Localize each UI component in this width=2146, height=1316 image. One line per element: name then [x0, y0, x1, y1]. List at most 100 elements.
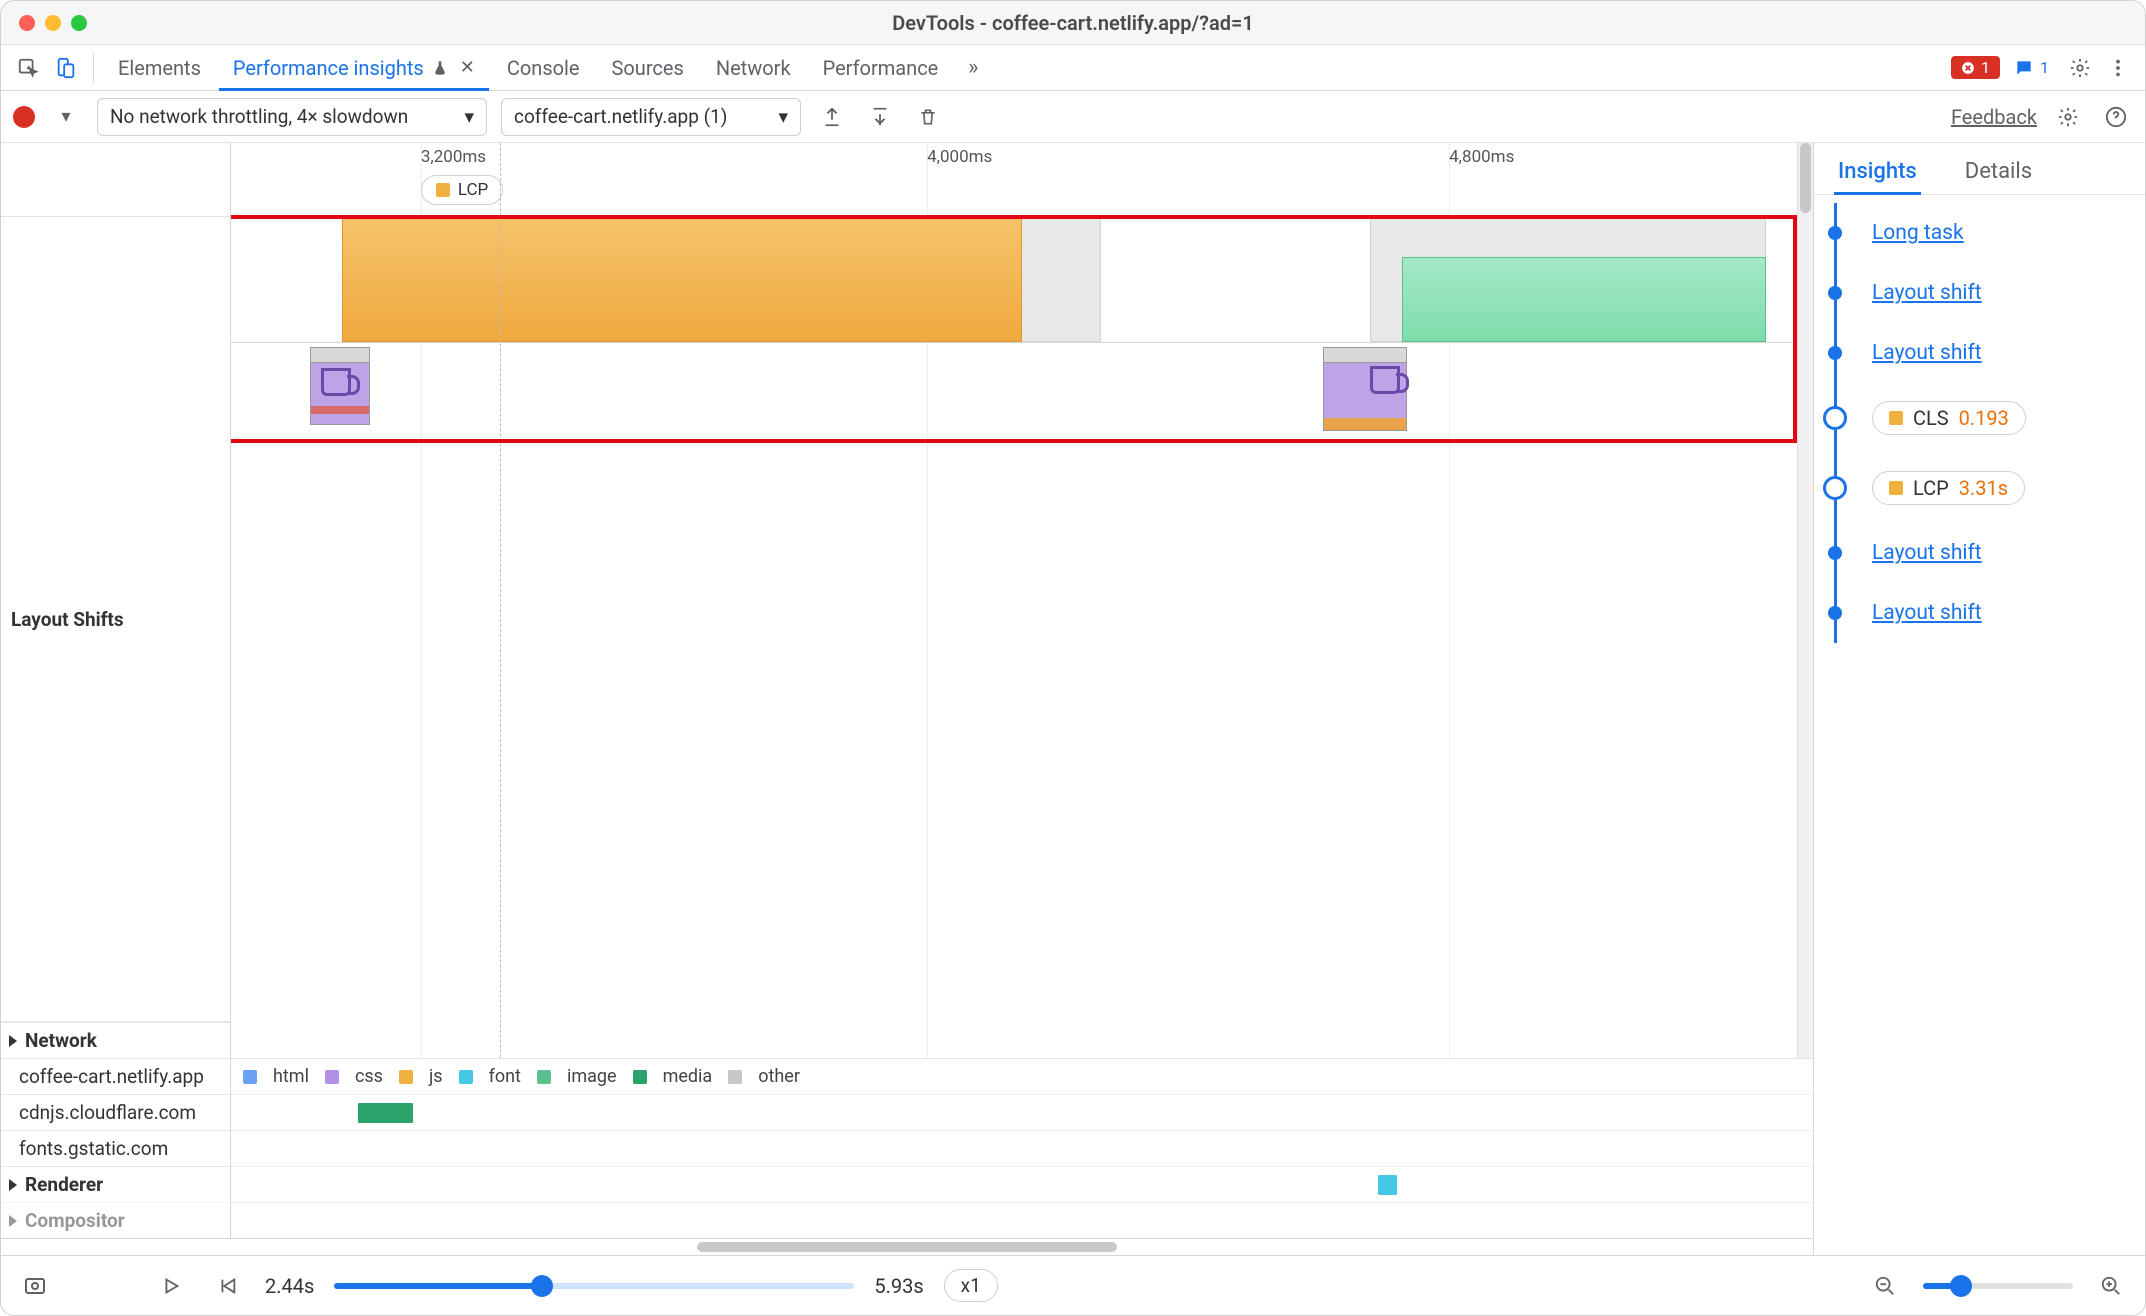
- zoom-slider[interactable]: [1923, 1283, 2073, 1289]
- export-icon[interactable]: [815, 100, 849, 134]
- tab-network[interactable]: Network: [702, 45, 805, 90]
- more-tabs-icon[interactable]: »: [956, 51, 990, 85]
- messages-count: 1: [2040, 58, 2049, 77]
- tab-console[interactable]: Console: [493, 45, 594, 90]
- network-track-row-1[interactable]: [231, 1094, 1813, 1130]
- recording-select-label: coffee-cart.netlify.app (1): [514, 105, 727, 128]
- insight-long-task-link[interactable]: Long task: [1872, 221, 1964, 245]
- insights-toolbar: ▾ No network throttling, 4× slowdown ▾ c…: [1, 91, 2145, 143]
- legend-font: font: [489, 1066, 521, 1087]
- ruler-tick-1: 3,200ms: [421, 147, 486, 167]
- layout-shifts-track: [231, 217, 1813, 1058]
- section-network-label: Network: [25, 1029, 97, 1052]
- zoom-multiplier[interactable]: x1: [944, 1269, 998, 1302]
- timeline-sidebar: Layout Shifts Network coffee-cart.netlif…: [1, 143, 231, 1238]
- network-track-row-3[interactable]: [231, 1166, 1813, 1202]
- tab-performance-insights[interactable]: Performance insights ✕: [219, 45, 489, 90]
- insight-cls-metric[interactable]: CLS 0.193: [1826, 383, 2135, 453]
- insights-tabs: Insights Details: [1814, 143, 2145, 195]
- disclosure-triangle-icon: [9, 1179, 17, 1191]
- insight-layout-shift-4[interactable]: Layout shift: [1826, 583, 2135, 643]
- zoom-window-button[interactable]: [71, 15, 87, 31]
- close-window-button[interactable]: [19, 15, 35, 31]
- timeline-horizontal-scrollbar[interactable]: [1, 1239, 1813, 1255]
- network-row-3[interactable]: fonts.gstatic.com: [1, 1130, 230, 1166]
- disclosure-triangle-icon: [9, 1215, 17, 1227]
- record-button[interactable]: [13, 106, 35, 128]
- insight-layout-shift-link[interactable]: Layout shift: [1872, 341, 1982, 365]
- tab-network-label: Network: [716, 56, 791, 80]
- timeline-tracks[interactable]: 3,200ms 4,000ms 4,800ms LCP: [231, 143, 1813, 1238]
- record-options-dropdown[interactable]: ▾: [49, 100, 83, 134]
- settings-icon[interactable]: [2063, 51, 2097, 85]
- lcp-marker[interactable]: LCP: [421, 175, 503, 205]
- device-toolbar-icon[interactable]: [49, 51, 83, 85]
- insight-layout-shift-link[interactable]: Layout shift: [1872, 601, 1982, 625]
- devtools-window: DevTools - coffee-cart.netlify.app/?ad=1…: [0, 0, 2146, 1316]
- panel-settings-icon[interactable]: [2051, 100, 2085, 134]
- legend-html: html: [273, 1066, 309, 1087]
- time-range-slider[interactable]: [334, 1283, 854, 1289]
- tab-insights[interactable]: Insights: [1838, 159, 1917, 194]
- tab-sources[interactable]: Sources: [598, 45, 698, 90]
- section-renderer-label: Renderer: [25, 1173, 103, 1196]
- delete-icon[interactable]: [911, 100, 945, 134]
- network-track-row-2[interactable]: [231, 1130, 1813, 1166]
- inspect-element-icon[interactable]: [11, 51, 45, 85]
- section-renderer[interactable]: Renderer: [1, 1166, 230, 1202]
- tab-console-label: Console: [507, 56, 580, 80]
- insight-layout-shift-3[interactable]: Layout shift: [1826, 523, 2135, 583]
- renderer-track-row[interactable]: [231, 1202, 1813, 1238]
- insight-lcp-metric[interactable]: LCP 3.31s: [1826, 453, 2135, 523]
- layout-shift-thumbnail-1[interactable]: [310, 347, 370, 425]
- zoom-in-icon[interactable]: [2093, 1268, 2129, 1304]
- feedback-link[interactable]: Feedback: [1951, 105, 2037, 129]
- close-tab-icon[interactable]: ✕: [456, 57, 475, 78]
- timeline-panel: Layout Shifts Network coffee-cart.netlif…: [1, 143, 1813, 1255]
- insight-layout-shift-2[interactable]: Layout shift: [1826, 323, 2135, 383]
- tab-performance[interactable]: Performance: [809, 45, 953, 90]
- legend-js: js: [429, 1066, 443, 1087]
- ruler-tick-3: 4,800ms: [1449, 147, 1514, 167]
- insight-layout-shift-1[interactable]: Layout shift: [1826, 263, 2135, 323]
- chevron-down-icon: ▾: [778, 105, 788, 128]
- tab-elements[interactable]: Elements: [104, 45, 215, 90]
- tab-performance-label: Performance: [823, 56, 939, 80]
- minimize-window-button[interactable]: [45, 15, 61, 31]
- flask-icon: [432, 59, 448, 77]
- insights-list: Long task Layout shift Layout shift: [1814, 195, 2145, 1255]
- insight-layout-shift-link[interactable]: Layout shift: [1872, 541, 1982, 565]
- errors-badge[interactable]: 1: [1951, 56, 2000, 79]
- insight-layout-shift-link[interactable]: Layout shift: [1872, 281, 1982, 305]
- zoom-out-icon[interactable]: [1867, 1268, 1903, 1304]
- cls-label: CLS: [1913, 406, 1949, 430]
- import-icon[interactable]: [863, 100, 897, 134]
- section-compositor-label: Compositor: [25, 1209, 125, 1232]
- section-compositor[interactable]: Compositor: [1, 1202, 230, 1238]
- disclosure-triangle-icon: [9, 1035, 17, 1047]
- kebab-menu-icon[interactable]: [2101, 51, 2135, 85]
- lcp-label: LCP: [1913, 476, 1949, 500]
- recording-select[interactable]: coffee-cart.netlify.app (1) ▾: [501, 98, 801, 136]
- layout-shift-thumbnail-2[interactable]: [1323, 347, 1407, 431]
- go-to-start-icon[interactable]: [209, 1268, 245, 1304]
- cls-color-swatch: [1889, 411, 1903, 425]
- layout-block-orange[interactable]: [342, 217, 1022, 342]
- network-row-1[interactable]: coffee-cart.netlify.app: [1, 1058, 230, 1094]
- tab-details[interactable]: Details: [1965, 159, 2032, 194]
- layout-block-green[interactable]: [1402, 257, 1766, 342]
- network-row-2[interactable]: cdnjs.cloudflare.com: [1, 1094, 230, 1130]
- section-network[interactable]: Network: [1, 1022, 230, 1058]
- help-icon[interactable]: [2099, 100, 2133, 134]
- ruler-tick-2: 4,000ms: [927, 147, 992, 167]
- lcp-color-swatch: [1889, 481, 1903, 495]
- insight-long-task[interactable]: Long task: [1826, 203, 2135, 263]
- play-icon[interactable]: [153, 1268, 189, 1304]
- legend-media: media: [663, 1066, 713, 1087]
- toggle-preview-icon[interactable]: [17, 1268, 53, 1304]
- messages-badge[interactable]: 1: [2004, 56, 2059, 80]
- network-legend: html css js font image media other: [231, 1058, 1813, 1094]
- throttling-select[interactable]: No network throttling, 4× slowdown ▾: [97, 98, 487, 136]
- legend-other: other: [758, 1066, 800, 1087]
- titlebar: DevTools - coffee-cart.netlify.app/?ad=1: [1, 1, 2145, 45]
